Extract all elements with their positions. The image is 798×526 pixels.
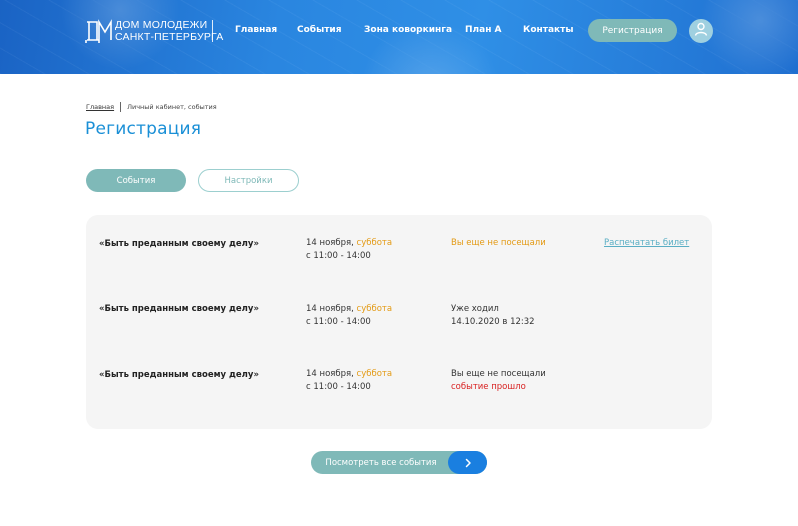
event-date-day: 14 ноября, [306,304,354,314]
event-date: 14 ноября, суббота с 11:00 - 14:00 [306,368,392,394]
tab-settings[interactable]: Настройки [198,169,299,192]
profile-avatar[interactable] [689,19,713,43]
view-all-events-button[interactable]: Посмотреть все события [311,451,487,474]
view-all-events-label: Посмотреть все события [325,457,437,468]
event-time: с 11:00 - 14:00 [306,251,371,261]
breadcrumb-current: Личный кабинет, события [127,102,217,111]
event-title: «Быть преданным своему делу» [99,370,259,380]
events-panel: «Быть преданным своему делу» 14 ноября, … [86,215,712,429]
breadcrumb: Главная Личный кабинет, события [86,101,217,112]
event-date-weekday: суббота [356,238,393,248]
logo-line-2: САНКТ-ПЕТЕРБУРГА [115,31,224,43]
tab-events[interactable]: События [86,169,186,192]
nav-item-coworking[interactable]: Зона коворкинга [364,25,452,35]
event-status-line-1: Вы еще не посещали [451,369,546,379]
event-status-line-2: 14.10.2020 в 12:32 [451,317,535,327]
nav-item-events[interactable]: События [297,25,342,35]
event-date: 14 ноября, суббота с 11:00 - 14:00 [306,303,392,329]
event-status: Вы еще не посещали [451,238,546,248]
event-date: 14 ноября, суббота с 11:00 - 14:00 [306,237,392,263]
breadcrumb-separator [120,101,122,112]
event-date-day: 14 ноября, [306,369,354,379]
event-date-day: 14 ноября, [306,238,354,248]
user-icon [693,21,709,41]
nav-item-plan-a[interactable]: План А [465,25,502,35]
event-time: с 11:00 - 14:00 [306,317,371,327]
nav-item-home[interactable]: Главная [235,25,277,35]
register-button[interactable]: Регистрация [588,19,677,42]
event-title: «Быть преданным своему делу» [99,304,259,314]
breadcrumb-home-link[interactable]: Главная [86,103,114,111]
chevron-right-icon [448,451,487,474]
header: ДОМ МОЛОДЕЖИ САНКТ-ПЕТЕРБУРГА Главная Со… [0,0,798,74]
logo-icon [85,18,113,44]
event-title: «Быть преданным своему делу» [99,239,259,249]
logo-divider [212,20,213,42]
page-title: Регистрация [85,119,202,139]
print-ticket-link[interactable]: Распечатать билет [604,238,689,248]
event-status: Уже ходил 14.10.2020 в 12:32 [451,303,535,329]
event-date-weekday: суббота [356,304,393,314]
nav-item-contacts[interactable]: Контакты [523,25,574,35]
event-time: с 11:00 - 14:00 [306,382,371,392]
event-status-line-1: Уже ходил [451,304,499,314]
logo-line-1: ДОМ МОЛОДЕЖИ [115,19,208,31]
event-status: Вы еще не посещали событие прошло [451,368,546,394]
logo[interactable]: ДОМ МОЛОДЕЖИ САНКТ-ПЕТЕРБУРГА [85,18,223,44]
logo-text: ДОМ МОЛОДЕЖИ САНКТ-ПЕТЕРБУРГА [115,19,223,43]
event-date-weekday: суббота [356,369,393,379]
event-status-line-2: событие прошло [451,382,526,392]
